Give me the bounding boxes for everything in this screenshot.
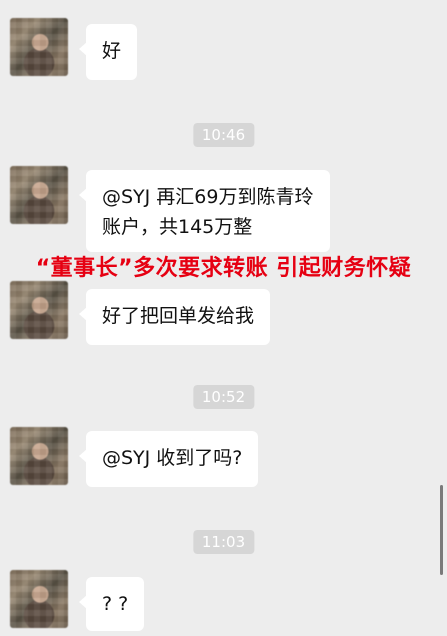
message-bubble[interactable]: @SYJ 收到了吗? — [78, 431, 259, 487]
sender-avatar[interactable] — [10, 281, 68, 339]
scrollbar[interactable] — [440, 485, 443, 575]
message-bubble[interactable]: 好了把回单发给我 — [78, 289, 271, 345]
timestamp: 10:52 — [192, 385, 255, 409]
sender-avatar[interactable] — [10, 166, 68, 224]
sender-avatar[interactable] — [10, 18, 68, 76]
sender-avatar[interactable] — [10, 427, 68, 485]
message-bubble[interactable]: 好 — [78, 24, 138, 80]
timestamp: 10:46 — [192, 123, 255, 147]
overlay-caption: “董事长”多次要求转账 引起财务怀疑 — [35, 256, 412, 281]
message-bubble[interactable]: @SYJ 再汇69万到陈青玲 账户，共145万整 — [79, 170, 330, 252]
sender-avatar[interactable] — [10, 570, 68, 628]
message-bubble[interactable]: ? ? — [78, 577, 145, 631]
timestamp: 11:03 — [192, 530, 255, 554]
